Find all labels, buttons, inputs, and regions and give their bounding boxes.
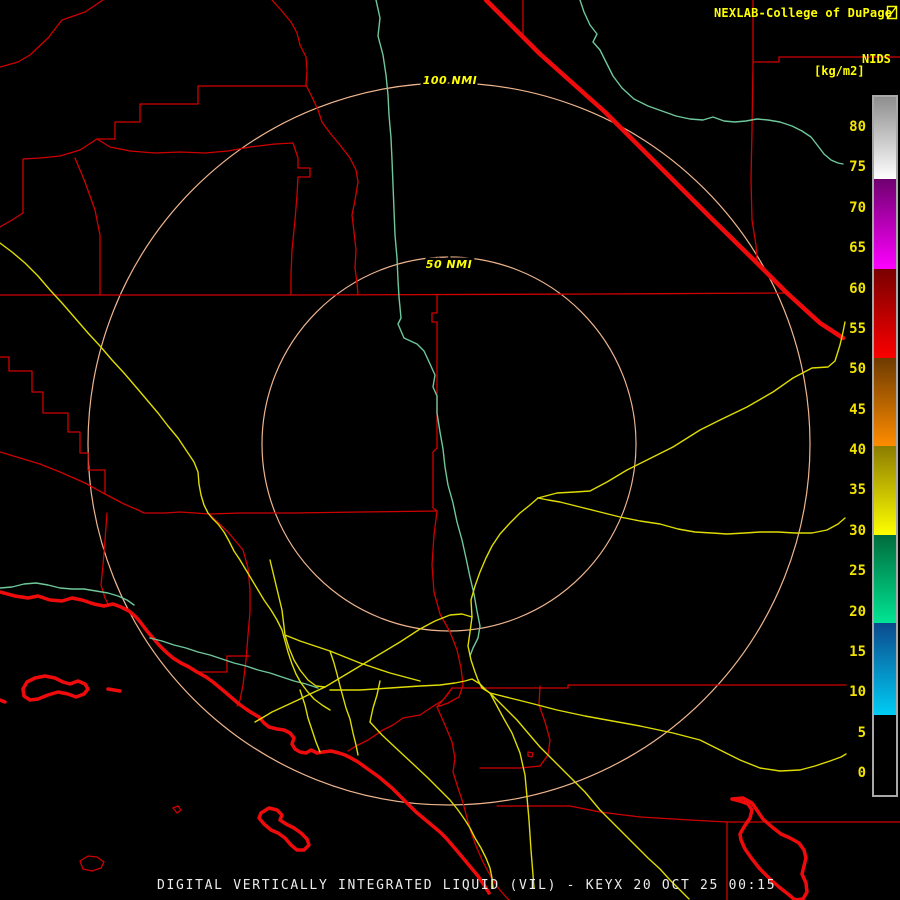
colorbar-tick-30: 30 <box>849 522 866 539</box>
colorbar-tick-50: 50 <box>849 361 866 378</box>
county-line-23 <box>196 655 251 673</box>
colorbar-tick-15: 15 <box>849 643 866 660</box>
county-line-7 <box>0 292 788 296</box>
county-line-1 <box>0 0 104 68</box>
page-title: NEXLAB-College of DuPage <box>714 6 893 20</box>
colorbar-tick-25: 25 <box>849 563 866 580</box>
road-east-upper <box>537 497 846 535</box>
state-border-nv <box>483 0 846 341</box>
islet-san-nicolas <box>79 855 105 872</box>
colorbar <box>872 95 898 797</box>
colorbar-segment-magenta <box>874 178 896 270</box>
colorbar-tick-70: 70 <box>849 199 866 216</box>
road-cross-2 <box>369 680 381 723</box>
product-caption: DIGITAL VERTICALLY INTEGRATED LIQUID (VI… <box>157 878 777 893</box>
road-cluster-ne-link <box>324 613 473 688</box>
colorbar-segment-blue <box>874 622 896 715</box>
islet-santa-barbara <box>172 805 182 814</box>
colorbar-tick-5: 5 <box>857 724 866 741</box>
coast-dash-2 <box>0 698 7 704</box>
road-southeast <box>489 692 690 900</box>
island-channel-chain <box>21 674 90 702</box>
road-junction-spine <box>467 497 539 694</box>
river-santa-clara <box>149 637 319 689</box>
county-line-21 <box>496 805 900 823</box>
colorbar-tick-80: 80 <box>849 119 866 135</box>
colorbar-tick-0: 0 <box>857 765 866 781</box>
county-line-13 <box>0 451 438 515</box>
colorbar-segment-white-gray <box>874 97 896 179</box>
road-east-valley <box>329 678 491 694</box>
range-ring-50nmi <box>261 256 637 632</box>
county-line-9 <box>74 157 101 296</box>
colorbar-segment-yellow <box>874 445 896 535</box>
radar-display: 100 NMI 50 NMI NEXLAB-College of DuPage N… <box>0 0 900 900</box>
island-catalina <box>257 806 311 852</box>
colorbar-tick-60: 60 <box>849 280 866 297</box>
product-label: NIDS <box>862 52 891 66</box>
colorbar-tick-75: 75 <box>849 159 866 176</box>
county-line-8 <box>0 138 98 228</box>
county-line-3 <box>96 85 307 140</box>
radar-map-svg: 100 NMI 50 NMI <box>0 0 900 900</box>
range-ring-100nmi <box>87 82 811 806</box>
county-line-16 <box>431 294 438 512</box>
colorbar-tick-55: 55 <box>849 320 866 337</box>
islet-small-south <box>527 751 534 758</box>
range-ring-50nmi-label: 50 NMI <box>426 258 472 271</box>
river-central <box>375 0 481 657</box>
county-line-25 <box>347 687 453 752</box>
county-line-10 <box>750 0 758 263</box>
county-line-5 <box>290 142 311 296</box>
colorbar-tick-65: 65 <box>849 240 866 257</box>
units-label: [kg/m2] <box>814 64 865 78</box>
road-northwest <box>0 242 331 711</box>
road-south-inland <box>489 692 535 889</box>
colorbar-segment-orange <box>874 357 896 446</box>
colorbar-segment-black <box>874 714 896 795</box>
river-northeast <box>579 0 844 165</box>
colorbar-tick-20: 20 <box>849 603 866 620</box>
county-line-2 <box>271 0 308 86</box>
cod-logo-icon <box>886 5 898 20</box>
river-coastal-west <box>0 582 135 606</box>
colorbar-tick-35: 35 <box>849 482 866 499</box>
coast-dash-1 <box>106 687 122 693</box>
colorbar-tick-45: 45 <box>849 401 866 418</box>
colorbar-segment-red <box>874 269 896 358</box>
county-line-17 <box>431 510 464 708</box>
colorbar-tick-40: 40 <box>849 442 866 458</box>
road-northeast-vegas <box>537 321 846 499</box>
road-cross-1 <box>329 650 359 756</box>
road-coast-west-link <box>254 686 326 723</box>
colorbar-segment-green <box>874 534 896 623</box>
county-line-6 <box>305 84 359 296</box>
colorbar-tick-10: 10 <box>849 684 866 701</box>
road-east-lower <box>489 692 847 772</box>
road-harbor <box>299 689 321 753</box>
county-line-20 <box>479 685 551 769</box>
county-line-19 <box>436 684 847 708</box>
coastline-pacific <box>0 590 491 895</box>
county-line-4 <box>96 138 294 154</box>
range-ring-100nmi-label: 100 NMI <box>423 74 478 87</box>
